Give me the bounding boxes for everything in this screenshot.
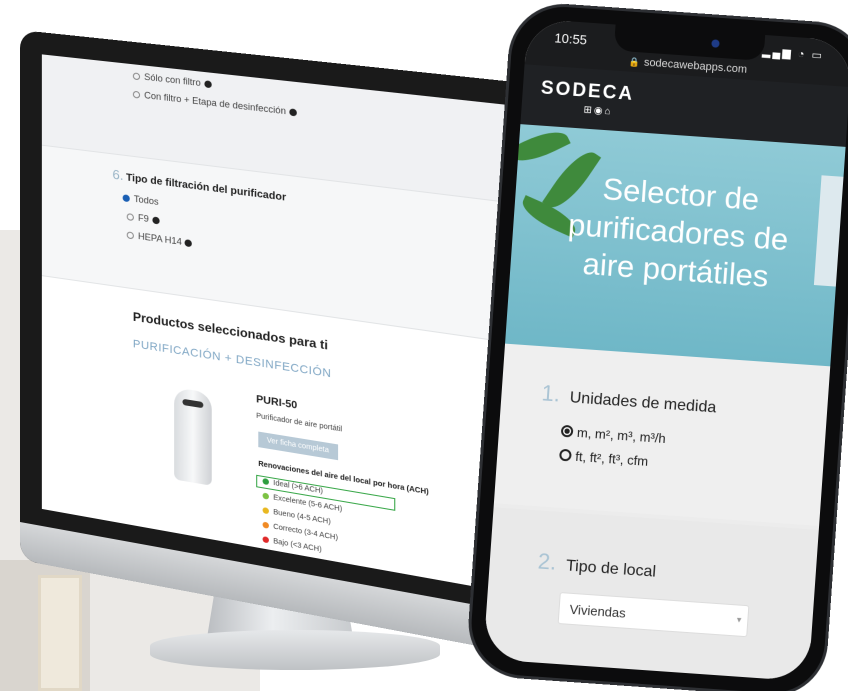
units-question: 1. Unidades de medida: [540, 380, 717, 417]
radio-selected-icon: [122, 194, 130, 203]
clock: 10:55: [553, 30, 588, 48]
lock-icon: 🔒: [628, 56, 641, 68]
product-image[interactable]: [174, 387, 212, 486]
filter-option-1[interactable]: Sólo con filtro: [132, 70, 212, 89]
desktop-screen: Sólo con filtro Con filtro + Etapa de de…: [41, 54, 536, 598]
filtration-option-all[interactable]: Todos: [122, 192, 159, 207]
radio-icon: [132, 90, 141, 99]
sodeca-logo[interactable]: SODECA: [540, 78, 635, 106]
monitor-stand-base: [150, 630, 440, 670]
unit-option-imperial[interactable]: ft, ft², ft³, cfm: [559, 448, 649, 469]
unit-option-metric[interactable]: m, m², m³, m³/h: [560, 424, 666, 446]
chevron-down-icon: ▾: [736, 614, 742, 625]
radio-icon: [126, 213, 134, 222]
signal-wifi-battery-icon: ▂▄▆ ◔ ▭: [761, 45, 825, 63]
level-dot-icon: [262, 478, 269, 486]
view-datasheet-button[interactable]: Ver ficha completa: [258, 431, 338, 461]
leaf-decoration: [507, 124, 571, 170]
info-icon[interactable]: [203, 80, 212, 89]
filtration-option-f9[interactable]: F9: [126, 211, 160, 225]
radio-selected-icon: [560, 424, 574, 438]
units-question-card: 1. Unidades de medida m, m², m³, m³/h ft,…: [493, 343, 831, 526]
product-name: PURI-50: [256, 393, 298, 412]
radio-icon: [559, 448, 572, 462]
venue-type-select[interactable]: Viviendas ▾: [557, 592, 750, 638]
level-dot-icon: [262, 536, 269, 544]
hero-title: Selector de purificadores de aire portát…: [567, 171, 790, 294]
radio-icon: [132, 72, 141, 81]
hero-banner: Selector de purificadores de aire portát…: [505, 124, 846, 367]
level-low: Bajo (<3 ACH): [262, 536, 322, 554]
product-description: Purificador de aire portátil: [256, 412, 343, 434]
info-icon[interactable]: [184, 239, 193, 248]
logo-symbols-icon: ⊞◉⌂: [583, 104, 614, 118]
venue-type-card: 2. Tipo de local Viviendas ▾: [483, 507, 819, 682]
filter-option-2[interactable]: Con filtro + Etapa de desinfección: [132, 89, 297, 118]
radio-icon: [126, 231, 134, 240]
info-icon[interactable]: [151, 216, 160, 225]
side-tab[interactable]: [813, 175, 844, 287]
info-icon[interactable]: [289, 108, 297, 117]
level-dot-icon: [262, 521, 269, 530]
filtration-option-hepa[interactable]: HEPA H14: [126, 229, 193, 248]
venue-type-question: 2. Tipo de local: [537, 548, 657, 581]
level-dot-icon: [262, 492, 269, 500]
smartphone: 10:55 ▂▄▆ ◔ ▭ 🔒 sodecawebapps.com SODECA …: [464, 0, 848, 691]
background-door: [38, 575, 82, 691]
phone-screen: 10:55 ▂▄▆ ◔ ▭ 🔒 sodecawebapps.com SODECA …: [483, 18, 848, 682]
level-dot-icon: [262, 507, 269, 515]
